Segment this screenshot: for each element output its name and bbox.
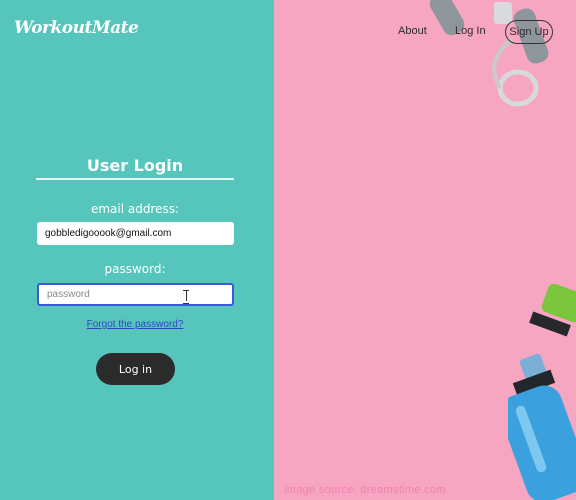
image-source-caption: image source: dreamstime.com: [284, 484, 446, 496]
brand-logo[interactable]: WorkoutMate: [14, 18, 139, 38]
nav-login-link[interactable]: Log In: [455, 25, 486, 37]
nav-about-link[interactable]: About: [398, 25, 427, 37]
text-cursor-icon: [183, 290, 189, 304]
title-divider: [36, 178, 234, 180]
password-label: password:: [104, 262, 166, 276]
login-title: User Login: [86, 156, 184, 175]
nav-signup-button[interactable]: Sign Up: [505, 20, 553, 44]
email-field[interactable]: gobbledigooook@gmail.com: [37, 222, 234, 245]
login-button[interactable]: Log in: [96, 353, 175, 385]
hero-image: image source: dreamstime.com: [274, 0, 576, 500]
forgot-password-link[interactable]: Forgot the password?: [36, 319, 234, 330]
login-panel: WorkoutMate User Login email address: go…: [0, 0, 274, 500]
email-label: email address:: [90, 202, 180, 216]
password-field[interactable]: password: [37, 283, 234, 306]
water-bottle-icon: [508, 284, 576, 500]
hand-grip-icon: [429, 0, 549, 107]
